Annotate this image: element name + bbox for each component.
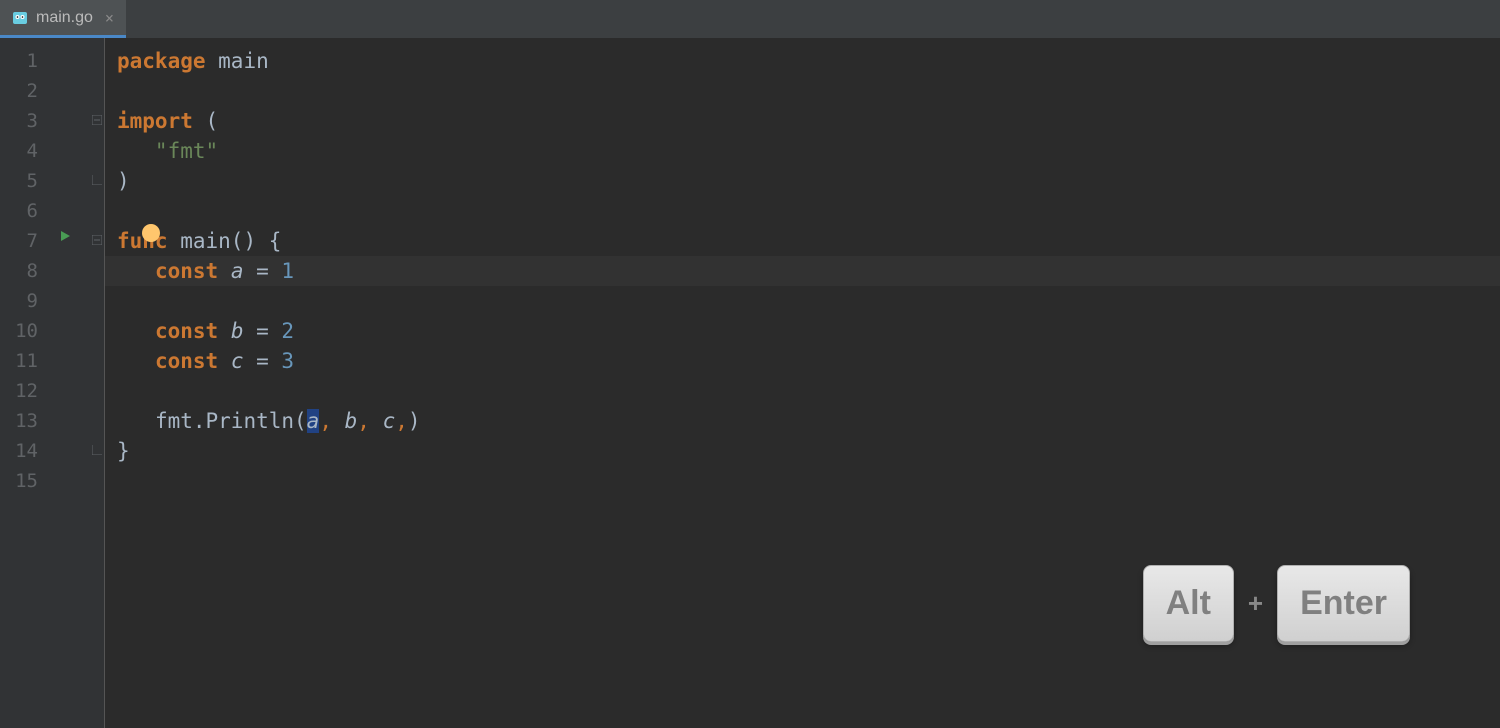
run-icon[interactable] xyxy=(58,228,72,247)
fold-icon[interactable] xyxy=(92,226,102,256)
code-line[interactable]: } xyxy=(105,436,1500,466)
code-line[interactable]: import ( xyxy=(105,106,1500,136)
gutter-icons xyxy=(50,38,104,728)
code-line[interactable]: "fmt" xyxy=(105,136,1500,166)
line-number: 4 xyxy=(0,136,50,166)
line-number: 3 xyxy=(0,106,50,136)
code-line[interactable]: ) xyxy=(105,166,1500,196)
line-number: 15 xyxy=(0,466,50,496)
line-number: 9 xyxy=(0,286,50,316)
code-line[interactable] xyxy=(105,196,1500,226)
close-icon[interactable]: × xyxy=(105,9,114,27)
code-line-active[interactable]: const a = 1 xyxy=(105,256,1500,286)
line-number: 10 xyxy=(0,316,50,346)
tab-bar: main.go × xyxy=(0,0,1500,38)
line-number: 2 xyxy=(0,76,50,106)
line-number: 6 xyxy=(0,196,50,226)
fold-end-icon[interactable] xyxy=(92,166,102,196)
code-line[interactable] xyxy=(105,466,1500,496)
code-line[interactable]: package main xyxy=(105,46,1500,76)
code-line[interactable]: fmt.Println(a, b, c,) xyxy=(105,406,1500,436)
keycap-enter: Enter xyxy=(1277,565,1410,642)
line-number: 14 xyxy=(0,436,50,466)
code-line[interactable]: const c = 3 xyxy=(105,346,1500,376)
line-number: 12 xyxy=(0,376,50,406)
keycap-alt: Alt xyxy=(1143,565,1234,642)
code-line[interactable]: const b = 2 xyxy=(105,316,1500,346)
file-tab-main-go[interactable]: main.go × xyxy=(0,0,126,38)
line-number: 5 xyxy=(0,166,50,196)
line-number: 8 xyxy=(0,256,50,286)
line-number: 7 xyxy=(0,226,50,256)
fold-icon[interactable] xyxy=(92,106,102,136)
plus-icon: + xyxy=(1248,588,1263,619)
shortcut-hint: Alt + Enter xyxy=(1143,565,1410,642)
tab-filename: main.go xyxy=(36,9,93,27)
code-line[interactable] xyxy=(105,286,1500,316)
fold-end-icon[interactable] xyxy=(92,436,102,466)
line-number-gutter: 1 2 3 4 5 6 7 8 9 10 11 12 13 14 15 xyxy=(0,38,50,728)
line-number: 11 xyxy=(0,346,50,376)
line-number: 13 xyxy=(0,406,50,436)
cursor-indicator xyxy=(142,224,160,242)
code-line[interactable] xyxy=(105,76,1500,106)
go-file-icon xyxy=(12,10,28,26)
code-line[interactable] xyxy=(105,376,1500,406)
line-number: 1 xyxy=(0,46,50,76)
code-line[interactable]: func main() { xyxy=(105,226,1500,256)
